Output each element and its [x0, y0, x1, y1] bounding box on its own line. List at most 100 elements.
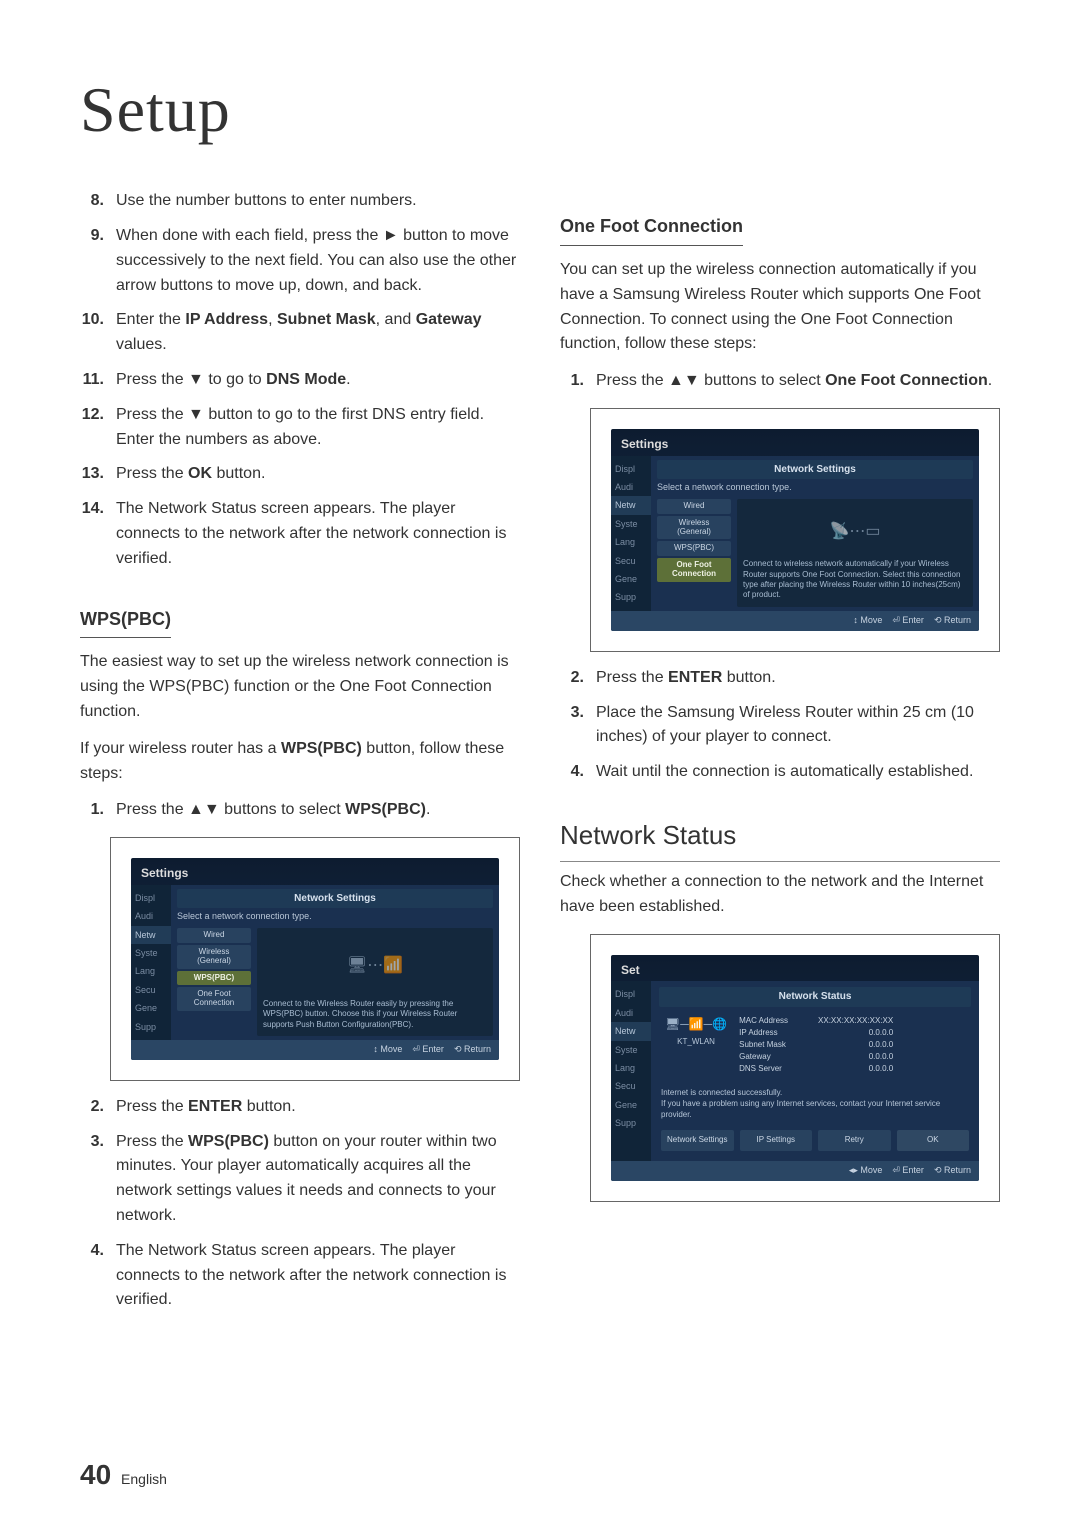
- item-text: Wait until the connection is automatical…: [596, 760, 1000, 785]
- item-text: Press the ▲▼ buttons to select WPS(PBC).: [116, 798, 520, 823]
- connection-option: WPS(PBC): [177, 971, 251, 986]
- numbered-steps-continued: 8.Use the number buttons to enter number…: [80, 189, 520, 571]
- sidebar-item: Audi: [611, 1004, 651, 1022]
- item-number: 14.: [80, 497, 104, 571]
- list-item: 13.Press the OK button.: [80, 462, 520, 487]
- sidebar-item: Syste: [611, 515, 651, 533]
- connection-path-icons: 🖥─📶─🌐 KT_WLAN: [665, 1015, 727, 1075]
- field-label: Gateway: [739, 1051, 771, 1063]
- field-value: XX:XX:XX:XX:XX:XX: [818, 1015, 893, 1027]
- item-number: 8.: [80, 189, 104, 214]
- sidebar-item: Lang: [611, 533, 651, 551]
- status-button: OK: [897, 1130, 970, 1150]
- connection-detail: 📡⋯▭ Connect to wireless network automati…: [737, 499, 973, 607]
- item-number: 9.: [80, 224, 104, 298]
- router-proximity-icon: 📡⋯▭: [743, 505, 967, 559]
- field-value: 0.0.0.0: [869, 1027, 893, 1039]
- list-item: 4.The Network Status screen appears. The…: [80, 1239, 520, 1313]
- list-item: 14. The Network Status screen appears. Th…: [80, 497, 520, 571]
- item-number: 1.: [560, 369, 584, 394]
- field-value: 0.0.0.0: [869, 1051, 893, 1063]
- item-text: The Network Status screen appears. The p…: [116, 497, 520, 571]
- item-number: 2.: [80, 1095, 104, 1120]
- list-item: 12.Press the ▼ button to go to the first…: [80, 403, 520, 453]
- panel-footer: ↕ Move⏎ Enter⟲ Return: [131, 1040, 499, 1060]
- item-text: Press the ▼ to go to DNS Mode.: [116, 368, 520, 393]
- item-number: 11.: [80, 368, 104, 393]
- item-text: The Network Status screen appears. The p…: [116, 1239, 520, 1313]
- field-label: Subnet Mask: [739, 1039, 786, 1051]
- panel-instruction: Select a network connection type.: [177, 910, 493, 924]
- connection-option: Wired: [177, 928, 251, 943]
- item-text: Press the ENTER button.: [116, 1095, 520, 1120]
- one-foot-steps-2-4: 2.Press the ENTER button.3.Place the Sam…: [560, 666, 1000, 785]
- sidebar-item: Netw: [131, 926, 171, 944]
- wlan-name: KT_WLAN: [677, 1036, 715, 1048]
- item-number: 10.: [80, 308, 104, 358]
- wps-intro-paragraph-2: If your wireless router has a WPS(PBC) b…: [80, 737, 520, 787]
- panel-instruction: Select a network connection type.: [657, 481, 973, 495]
- wps-steps-2-4: 2. Press the ENTER button. 3.Press the WPS…: [80, 1095, 520, 1313]
- sidebar-item: Supp: [611, 588, 651, 606]
- connection-type-list: WiredWireless (General)WPS(PBC)One Foot …: [657, 499, 731, 607]
- field-value: 0.0.0.0: [869, 1039, 893, 1051]
- list-item: 8.Use the number buttons to enter number…: [80, 189, 520, 214]
- status-button: IP Settings: [740, 1130, 813, 1150]
- screenshot-wps-pbc: Settings DisplAudiNetwSysteLangSecuGeneS…: [110, 837, 520, 1081]
- panel-footer: ◂▸ Move⏎ Enter⟲ Return: [611, 1161, 979, 1181]
- sidebar-item: Supp: [611, 1114, 651, 1132]
- settings-sidebar: DisplAudiNetwSysteLangSecuGeneSupp: [611, 456, 651, 611]
- detail-text: Connect to wireless network automaticall…: [743, 559, 967, 601]
- status-button: Network Settings: [661, 1130, 734, 1150]
- settings-label: Settings: [611, 429, 979, 456]
- sidebar-item: Secu: [611, 552, 651, 570]
- item-text: Press the ENTER button.: [596, 666, 1000, 691]
- sidebar-item: Secu: [611, 1077, 651, 1095]
- page-language: English: [121, 1471, 167, 1487]
- network-status-intro: Check whether a connection to the networ…: [560, 870, 1000, 920]
- sidebar-item: Syste: [131, 944, 171, 962]
- item-text: Place the Samsung Wireless Router within…: [596, 701, 1000, 751]
- network-status-heading: Network Status: [560, 815, 1000, 862]
- list-item: 3.Press the WPS(PBC) button on your rout…: [80, 1130, 520, 1229]
- sidebar-item: Gene: [131, 999, 171, 1017]
- sidebar-item: Lang: [611, 1059, 651, 1077]
- item-text: Press the WPS(PBC) button on your router…: [116, 1130, 520, 1229]
- connection-type-list: WiredWireless (General)WPS(PBC)One Foot …: [177, 928, 251, 1036]
- footer-hint: ⟲ Return: [454, 1044, 491, 1054]
- page-number: 40: [80, 1459, 111, 1490]
- settings-label-partial: Set: [611, 955, 979, 982]
- sidebar-item: Supp: [131, 1018, 171, 1036]
- screenshot-one-foot: Settings DisplAudiNetwSysteLangSecuGeneS…: [590, 408, 1000, 652]
- connection-detail: 🖥⋯📶 Connect to the Wireless Router easil…: [257, 928, 493, 1036]
- sidebar-item: Gene: [611, 1096, 651, 1114]
- list-item: 10.Enter the IP Address, Subnet Mask, an…: [80, 308, 520, 358]
- sidebar-item: Audi: [611, 478, 651, 496]
- item-text: Press the ▼ button to go to the first DN…: [116, 403, 520, 453]
- item-text: Press the OK button.: [116, 462, 520, 487]
- table-row: MAC AddressXX:XX:XX:XX:XX:XX: [739, 1015, 893, 1027]
- item-number: 2.: [560, 666, 584, 691]
- item-number: 4.: [80, 1239, 104, 1313]
- connection-option: One Foot Connection: [657, 558, 731, 582]
- list-item: 1. Press the ▲▼ buttons to select One Foo…: [560, 369, 1000, 394]
- footer-hint: ⏎ Enter: [892, 615, 924, 625]
- footer-hint: ◂▸ Move: [849, 1165, 883, 1175]
- item-number: 3.: [80, 1130, 104, 1229]
- item-text: When done with each field, press the ► b…: [116, 224, 520, 298]
- footer-hint: ↕ Move: [373, 1044, 402, 1054]
- wps-step-1: 1.Press the ▲▼ buttons to select WPS(PBC…: [80, 798, 520, 823]
- field-label: IP Address: [739, 1027, 778, 1039]
- sidebar-item: Lang: [131, 962, 171, 980]
- connection-option: Wireless (General): [177, 945, 251, 969]
- detail-text: Connect to the Wireless Router easily by…: [263, 999, 487, 1030]
- sidebar-item: Displ: [611, 985, 651, 1003]
- wps-intro-paragraph: The easiest way to set up the wireless n…: [80, 650, 520, 724]
- screenshot-network-status: Set DisplAudiNetwSysteLangSecuGeneSupp N…: [590, 934, 1000, 1202]
- item-text: Press the ▲▼ buttons to select One Foot …: [596, 369, 1000, 394]
- sidebar-item: Gene: [611, 570, 651, 588]
- list-item: 2. Press the ENTER button.: [560, 666, 1000, 691]
- table-row: IP Address 0.0.0.0: [739, 1027, 893, 1039]
- wps-heading: WPS(PBC): [80, 606, 171, 639]
- status-message: Internet is connected successfully. If y…: [659, 1081, 971, 1127]
